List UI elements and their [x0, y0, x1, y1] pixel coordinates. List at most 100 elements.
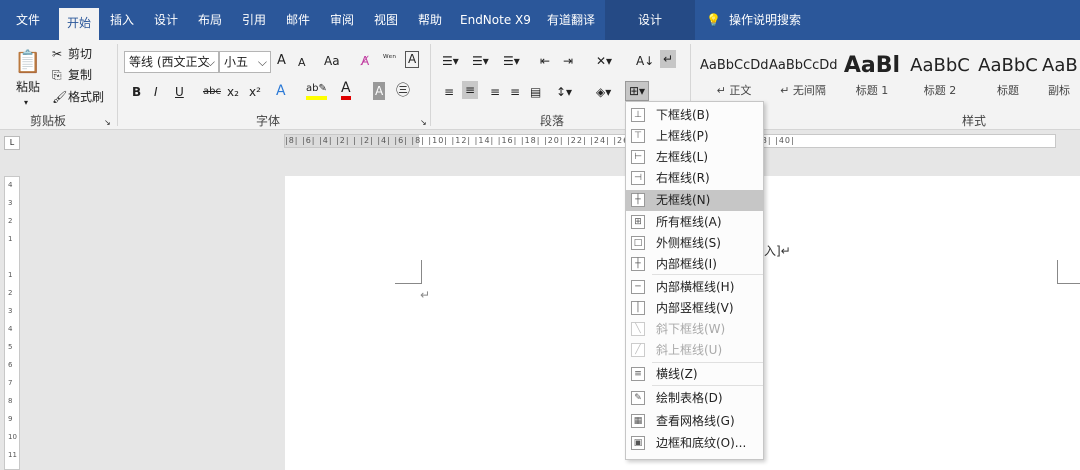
style-no-spacing[interactable]: AaBbCcDd ↵ 无间隔 — [769, 48, 837, 108]
sort-icon[interactable]: A↓ — [636, 52, 654, 70]
borders-menu-item[interactable]: ⊥ 下框线(B) — [626, 105, 763, 126]
font-name-dropdown[interactable]: 等线 (西文正文 ⌵ — [124, 51, 219, 73]
tab-selector-icon[interactable]: L — [4, 136, 20, 150]
shrink-font-button[interactable]: A — [298, 54, 306, 72]
enclose-characters-icon[interactable]: ㊂ — [396, 82, 410, 100]
borders-menu-item-label: 内部框线(I) — [656, 257, 717, 271]
borders-menu-item-label: 外侧框线(S) — [656, 236, 721, 250]
style-name: ↵ 正文 — [716, 84, 752, 97]
paste-dropdown-icon[interactable]: ▾ — [24, 94, 28, 112]
top-border-icon: ⊤ — [631, 129, 645, 143]
vruler-mark: 7 — [8, 379, 13, 387]
borders-menu-item[interactable]: ┼ 无框线(N) — [626, 190, 763, 211]
style-name: 副标 — [1048, 84, 1070, 97]
tab-view[interactable]: 视图 — [374, 10, 398, 30]
tab-references[interactable]: 引用 — [242, 10, 266, 30]
superscript-button[interactable]: x² — [249, 83, 261, 101]
borders-menu-item-label: 查看网格线(G) — [656, 414, 735, 428]
tab-layout[interactable]: 布局 — [198, 10, 222, 30]
italic-button[interactable]: I — [154, 83, 158, 101]
borders-menu-item-label: 所有框线(A) — [656, 215, 722, 229]
phonetic-guide-icon[interactable]: ᵂᵉⁿ — [383, 50, 396, 68]
vruler-mark: 3 — [8, 199, 13, 207]
align-left-icon[interactable]: ≡ — [444, 83, 454, 101]
tab-table-design[interactable]: 设计 — [605, 0, 695, 40]
format-painter-button[interactable]: 格式刷 — [68, 88, 104, 106]
tell-me-search[interactable]: 💡 操作说明搜索 — [706, 10, 801, 30]
borders-menu-item[interactable]: ▦ 查看网格线(G) — [626, 411, 763, 432]
cut-button[interactable]: 剪切 — [68, 45, 92, 63]
borders-menu-item-label: 内部横框线(H) — [656, 280, 735, 294]
character-border-icon[interactable]: A — [405, 51, 420, 68]
increase-indent-icon[interactable]: ⇥ — [563, 52, 573, 70]
borders-menu-item[interactable]: ⊞ 所有框线(A) — [626, 212, 763, 233]
vruler-mark: 4 — [8, 181, 13, 189]
borders-menu-item[interactable]: ▣ 边框和底纹(O)... — [626, 433, 763, 454]
highlight-color-icon[interactable]: ab✎ — [306, 82, 327, 100]
font-size-dropdown[interactable]: 小五 ⌵ — [219, 51, 271, 73]
style-subtitle[interactable]: AaB 副标 — [1042, 48, 1080, 108]
clear-formatting-icon[interactable]: A̸ — [361, 52, 369, 70]
borders-menu-item[interactable]: ⊢ 左框线(L) — [626, 147, 763, 168]
tab-design[interactable]: 设计 — [154, 10, 178, 30]
decrease-indent-icon[interactable]: ⇤ — [540, 52, 550, 70]
style-normal[interactable]: AaBbCcDd ↵ 正文 — [700, 48, 768, 108]
borders-menu-item[interactable]: │ 内部竖框线(V) — [626, 298, 763, 319]
distributed-icon[interactable]: ▤ — [530, 83, 541, 101]
borders-menu-item[interactable]: ≡ 横线(Z) — [626, 364, 763, 385]
borders-menu-item[interactable]: ⊣ 右框线(R) — [626, 168, 763, 189]
clipboard-group-label: 剪贴板 — [30, 114, 67, 128]
font-name-value: 等线 (西文正文 — [129, 55, 210, 69]
style-heading-1[interactable]: AaBl 标题 1 — [838, 48, 906, 108]
crop-mark — [395, 260, 422, 284]
numbering-icon[interactable]: ☰▾ — [472, 52, 489, 70]
paste-icon[interactable]: 📋 — [14, 46, 42, 78]
tab-mailings[interactable]: 邮件 — [286, 10, 310, 30]
cut-icon[interactable]: ✂ — [52, 45, 62, 63]
subscript-button[interactable]: x₂ — [227, 83, 239, 101]
borders-menu-item[interactable]: ⊤ 上框线(P) — [626, 126, 763, 147]
bullets-icon[interactable]: ☰▾ — [442, 52, 459, 70]
bold-button[interactable]: B — [132, 83, 141, 101]
crop-mark — [1057, 260, 1080, 284]
borders-menu-item[interactable]: ┼ 内部框线(I) — [626, 254, 763, 275]
justify-icon[interactable]: ≡ — [510, 83, 520, 101]
asian-layout-icon[interactable]: ✕▾ — [596, 52, 612, 70]
tab-home[interactable]: 开始 — [59, 8, 100, 40]
text-effects-icon[interactable]: A — [276, 82, 286, 100]
vertical-ruler[interactable]: 4 3 2 1 1 2 3 4 5 6 7 8 9 10 11 — [4, 176, 20, 470]
copy-icon[interactable]: ⎘ — [52, 66, 62, 84]
style-name: ↵ 无间隔 — [780, 84, 826, 97]
borders-menu-item[interactable]: □ 外侧框线(S) — [626, 233, 763, 254]
borders-menu-item[interactable]: ─ 内部横框线(H) — [626, 277, 763, 298]
format-painter-icon[interactable]: 🖌 — [52, 88, 67, 106]
tab-help[interactable]: 帮助 — [418, 10, 442, 30]
font-color-icon[interactable]: A — [341, 80, 351, 100]
all-borders-icon: ⊞ — [631, 215, 645, 229]
align-right-icon[interactable]: ≡ — [490, 83, 500, 101]
multilevel-list-icon[interactable]: ☰▾ — [503, 52, 520, 70]
change-case-button[interactable]: Aa — [324, 52, 340, 70]
tab-endnote[interactable]: EndNote X9 — [460, 10, 531, 30]
shading-icon[interactable]: ◈▾ — [596, 83, 611, 101]
show-marks-icon[interactable]: ↵ — [660, 50, 677, 68]
copy-button[interactable]: 复制 — [68, 66, 92, 84]
tab-file[interactable]: 文件 — [16, 10, 40, 30]
inside-horizontal-border-icon: ─ — [631, 280, 645, 294]
character-shading-icon[interactable]: A — [373, 82, 386, 100]
align-center-icon[interactable]: ≡ — [462, 81, 479, 99]
tab-insert[interactable]: 插入 — [110, 10, 134, 30]
style-title[interactable]: AaBbC 标题 — [974, 48, 1042, 108]
tab-review[interactable]: 审阅 — [330, 10, 354, 30]
strikethrough-button[interactable]: abc — [203, 83, 221, 101]
borders-menu-item[interactable]: ✎ 绘制表格(D) — [626, 388, 763, 409]
grow-font-button[interactable]: A — [277, 52, 286, 70]
style-heading-2[interactable]: AaBbC 标题 2 — [906, 48, 974, 108]
line-spacing-icon[interactable]: ↕▾ — [556, 83, 572, 101]
style-sample: AaBl — [843, 53, 901, 78]
borders-dropdown-button[interactable]: ⊞▾ — [625, 81, 650, 101]
underline-button[interactable]: U — [175, 83, 184, 101]
borders-menu-item-label: 内部竖框线(V) — [656, 301, 734, 315]
chevron-down-icon: ⌵ — [257, 55, 267, 69]
tab-youdao[interactable]: 有道翻译 — [547, 10, 595, 30]
